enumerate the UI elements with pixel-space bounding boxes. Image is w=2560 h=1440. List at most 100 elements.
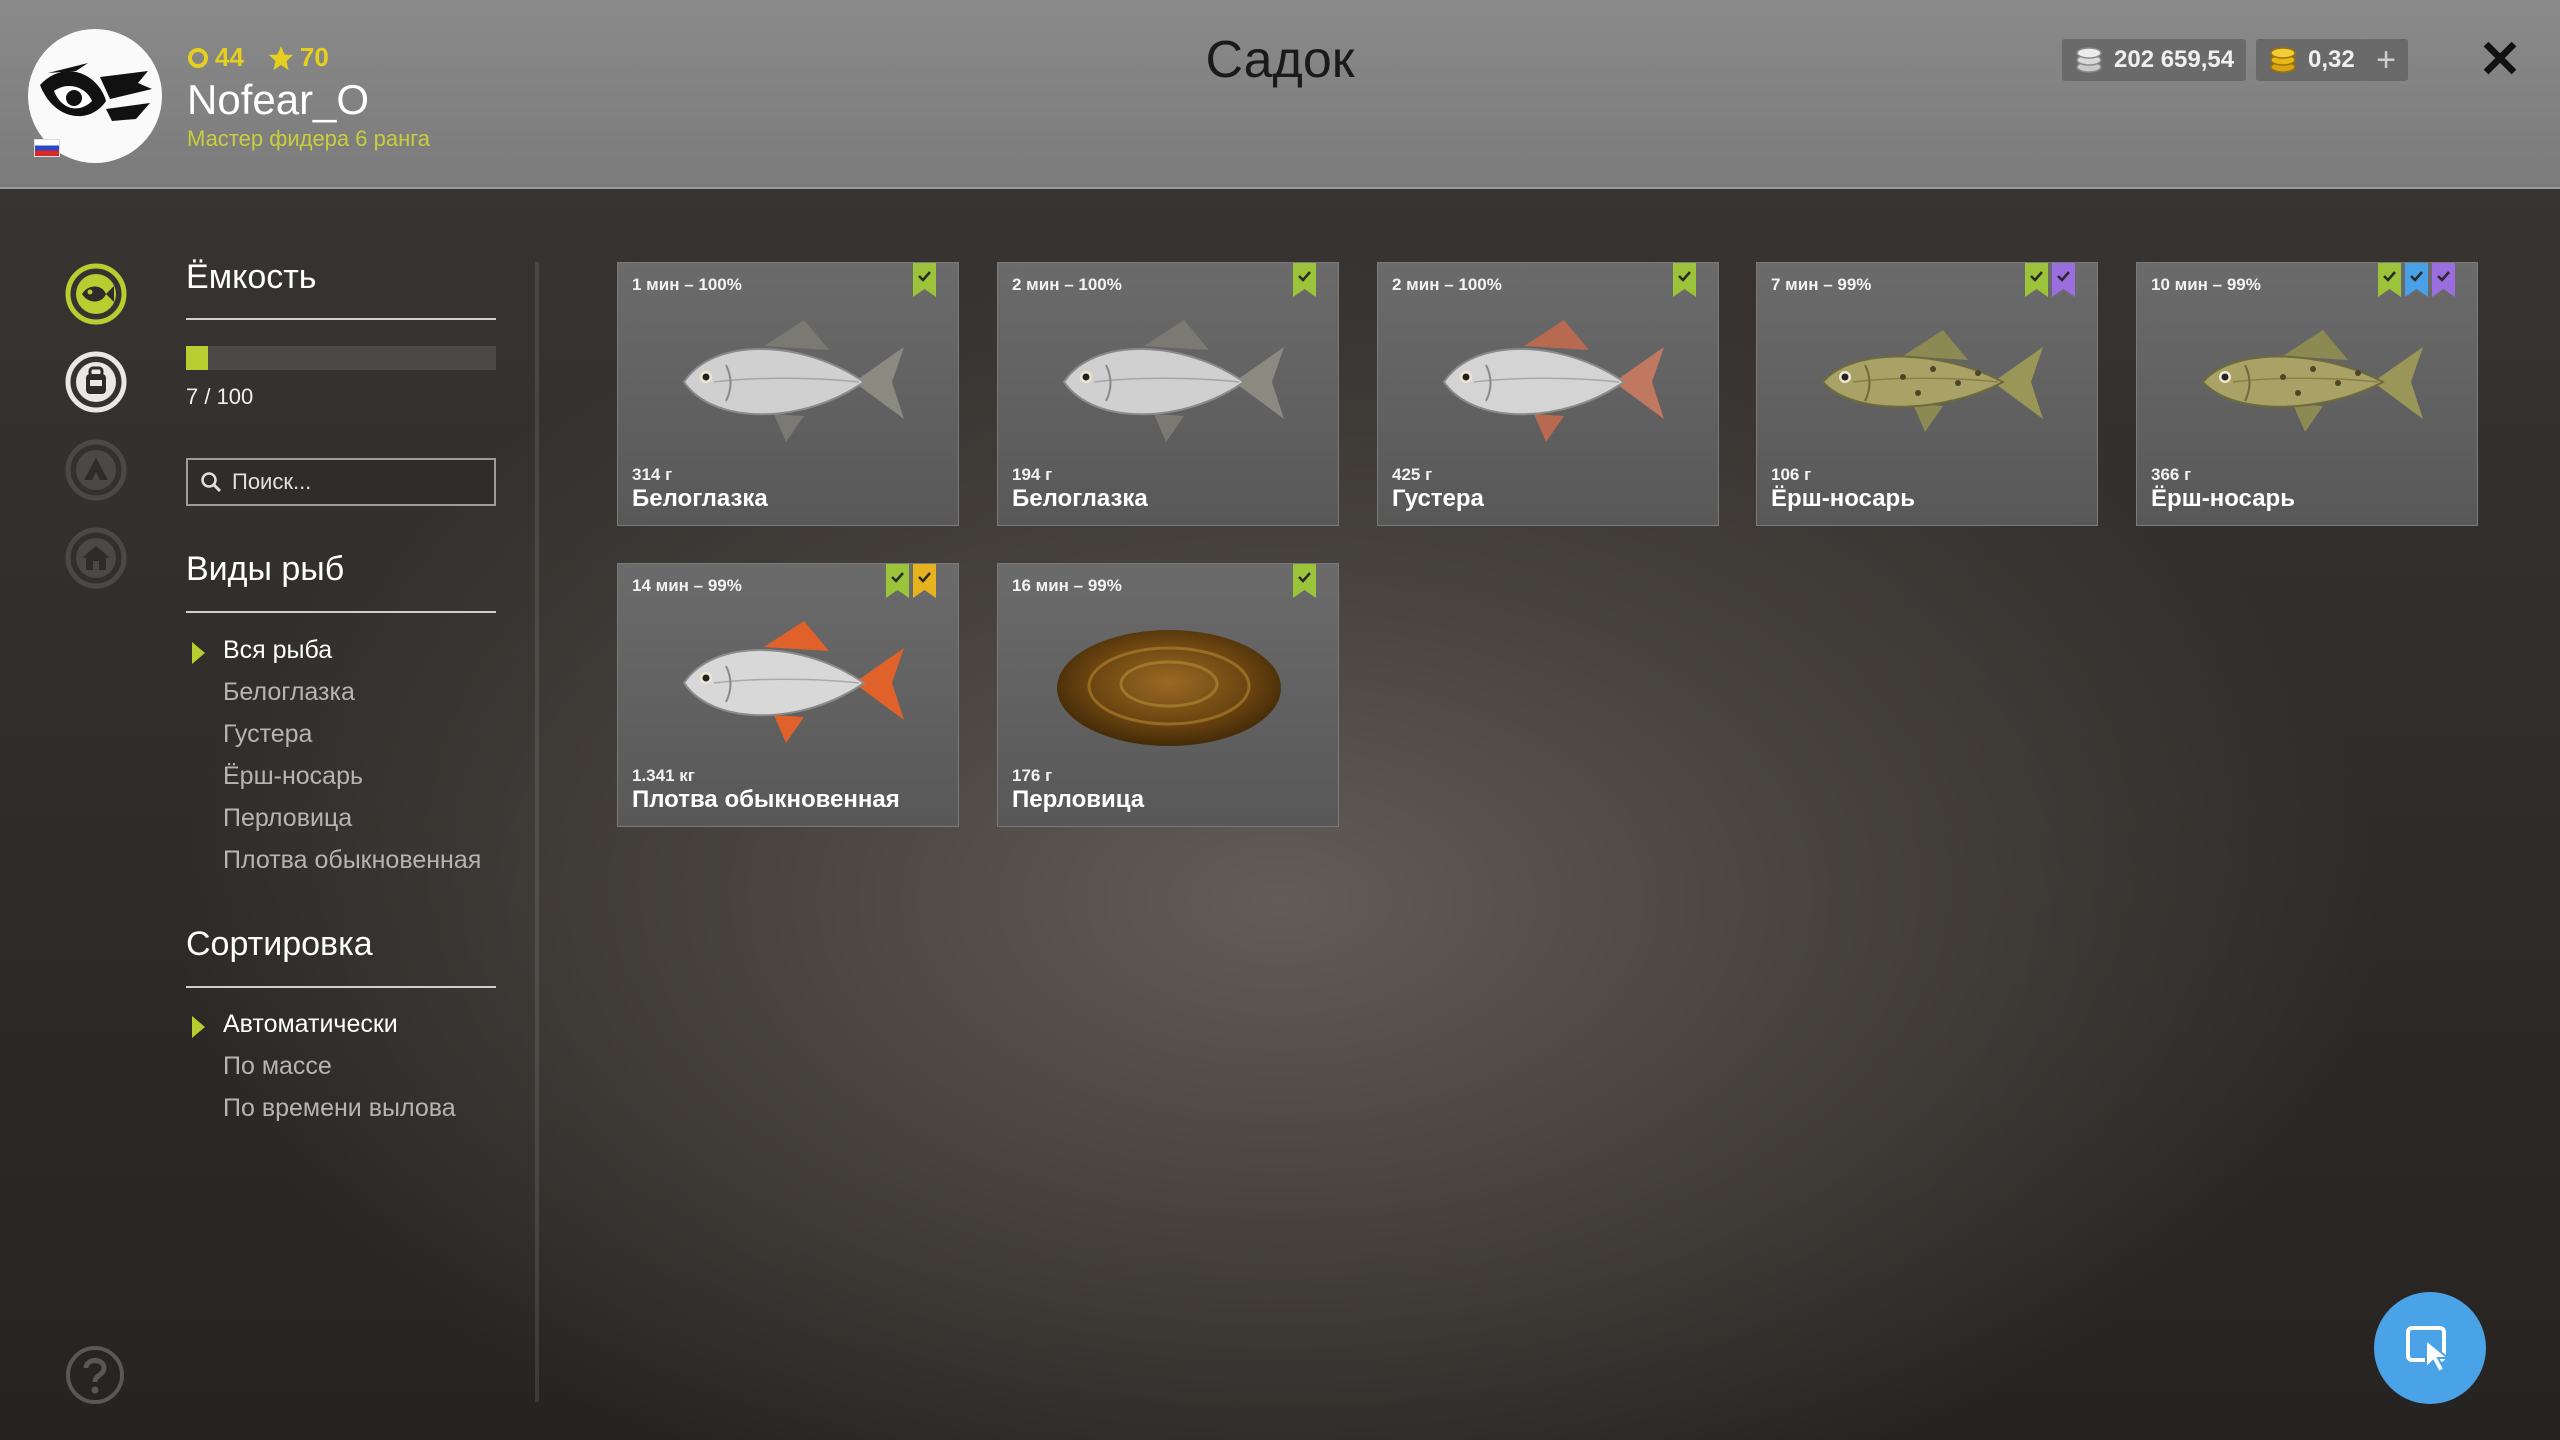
tent-icon [65,439,127,501]
catch-name: Плотва обыкновенная [632,786,900,813]
catch-time: 2 мин – 100% [1392,275,1502,294]
catch-weight: 106 г [1771,465,1812,484]
green-bookmark-badge-icon [1293,263,1316,297]
card-badges [1293,564,1316,598]
help-button[interactable] [64,1344,126,1406]
add-gold-button[interactable]: + [2364,39,2408,81]
gold-amount: 0,32 [2308,46,2355,73]
selected-arrow-icon [192,642,205,664]
player-stats: 44 70 [187,42,329,73]
search-input[interactable]: Поиск... [186,458,496,506]
level-circle-icon [188,47,208,68]
catch-card[interactable]: 2 мин – 100% 194 г Белоглазка [997,262,1339,526]
catch-card[interactable]: 1 мин – 100% 314 г Белоглазка [617,262,959,526]
catch-time: 7 мин – 99% [1771,275,1872,294]
card-badges [2025,263,2075,297]
blue-bookmark-badge-icon [2405,263,2428,297]
species-filter-item[interactable]: Перловица [223,804,352,833]
capacity-title: Ёмкость [186,258,317,296]
camp-tab[interactable] [64,438,128,502]
roach-fish-image [682,621,904,743]
sort-option-item[interactable]: По времени вылова [223,1094,456,1123]
ruffe-fish-image [1821,330,2043,432]
home-tab[interactable] [64,526,128,590]
purple-bookmark-badge-icon [2432,263,2455,297]
green-bookmark-badge-icon [1293,564,1316,598]
silver-coins-icon [2076,47,2102,73]
cursor-mode-button[interactable] [2374,1292,2486,1404]
player-stars: 70 [299,42,329,72]
capacity-bar-fill [186,346,208,370]
catch-time: 1 мин – 100% [632,275,742,294]
stars-stat: 70 [268,42,329,73]
catch-card[interactable]: 14 мин – 99% 1.341 кг Плотва обыкновенная [617,563,959,827]
silverbream-fish-image [1442,320,1664,442]
gold-coins-icon [2270,47,2296,73]
close-button[interactable]: ✕ [2472,31,2528,89]
ruffe-fish-image [2201,330,2423,432]
card-badges [1673,263,1696,297]
catch-time: 14 мин – 99% [632,576,742,595]
help-icon [66,1346,124,1404]
star-icon [268,45,293,70]
catch-time: 10 мин – 99% [2151,275,2261,294]
green-bookmark-badge-icon [1673,263,1696,297]
selected-arrow-icon [192,1016,205,1038]
catch-weight: 314 г [632,465,673,484]
top-bar: 44 70 Nofear_O Мастер фидера 6 ранга Сад… [0,0,2560,189]
catch-name: Ёрш-носарь [2151,485,2295,512]
player-rank: Мастер фидера 6 ранга [187,126,431,151]
green-bookmark-badge-icon [2025,263,2048,297]
species-filter-item[interactable]: Плотва обыкновенная [223,846,481,875]
sort-option-item[interactable]: По массе [223,1052,332,1081]
catch-time: 2 мин – 100% [1012,275,1122,294]
catch-card[interactable]: 10 мин – 99% 366 г Ёрш-носарь [2136,262,2478,526]
species-divider [186,611,496,613]
card-badges [886,564,936,598]
catch-card[interactable]: 16 мин – 99% 176 г Перловица [997,563,1339,827]
mussel-image [1057,630,1281,746]
sort-option-item[interactable]: Автоматически [223,1010,398,1039]
card-badges [1293,263,1316,297]
player-level: 44 [215,42,244,72]
catch-weight: 194 г [1012,465,1053,484]
bream-fish-image [682,320,904,442]
search-placeholder: Поиск... [232,469,312,494]
green-bookmark-badge-icon [2378,263,2401,297]
cursor-icon [2406,1326,2451,1374]
gold-bookmark-badge-icon [913,564,936,598]
player-name[interactable]: Nofear_O [187,76,369,124]
sort-title: Сортировка [186,925,373,963]
catch-name: Ёрш-носарь [1771,485,1915,512]
catch-name: Белоглазка [632,485,768,512]
keepnet-tab[interactable] [64,262,128,326]
backpack-tab[interactable] [64,350,128,414]
catch-weight: 366 г [2151,465,2192,484]
green-bookmark-badge-icon [913,263,936,297]
catch-card[interactable]: 2 мин – 100% 425 г Густера [1377,262,1719,526]
species-filter-item[interactable]: Вся рыба [223,636,332,665]
card-badges [913,263,936,297]
species-filter-item[interactable]: Белоглазка [223,678,355,707]
catch-time: 16 мин – 99% [1012,576,1122,595]
sort-divider [186,986,496,988]
catch-weight: 1.341 кг [632,766,695,785]
plus-icon: + [2376,40,2396,79]
species-filter-item[interactable]: Густера [223,720,312,749]
catch-weight: 425 г [1392,465,1433,484]
capacity-count: 7 / 100 [186,384,254,409]
close-icon: ✕ [2478,31,2522,89]
capacity-divider [186,318,496,320]
level-stat: 44 [187,42,244,73]
home-icon [65,527,127,589]
bream-fish-image [1062,320,1284,442]
catch-card[interactable]: 7 мин – 99% 106 г Ёрш-носарь [1756,262,2098,526]
card-badges [2378,263,2455,297]
species-filter-item[interactable]: Ёрш-носарь [223,762,363,791]
catch-name: Перловица [1012,786,1145,813]
panel-divider [535,262,539,1402]
catch-name: Белоглазка [1012,485,1148,512]
country-flag-icon [34,139,60,157]
silver-balance: 202 659,54 [2062,39,2247,81]
catch-name: Густера [1392,485,1484,512]
